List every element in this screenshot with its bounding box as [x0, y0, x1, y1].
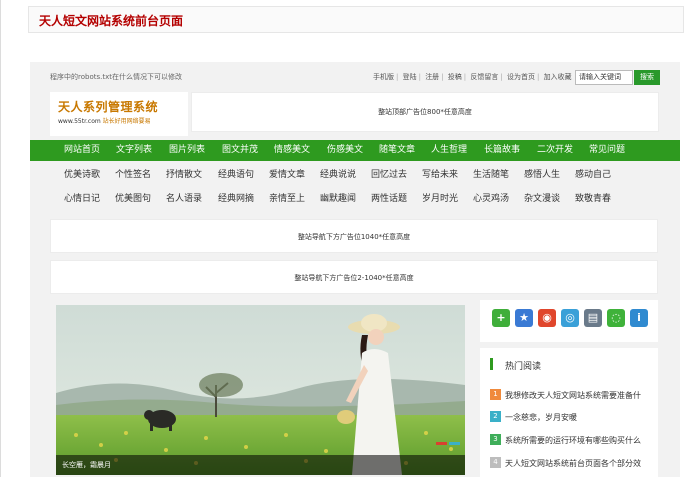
- hot-title-accent: [490, 358, 493, 370]
- slider-dots: [434, 438, 460, 448]
- hot-item[interactable]: 4 天人短文网站系统前台页面各个部分效: [490, 457, 655, 470]
- weibo-icon[interactable]: ◉: [538, 309, 556, 327]
- hot-item-text: 天人短文网站系统前台页面各个部分效: [505, 459, 641, 468]
- subnav-item[interactable]: 感动自己: [575, 167, 611, 180]
- wechat-icon[interactable]: ◌: [607, 309, 625, 327]
- nav-item-home[interactable]: 网站首页: [64, 140, 100, 161]
- subnav-item[interactable]: 感悟人生: [524, 167, 560, 180]
- search-input[interactable]: 请输入关键词: [575, 70, 633, 85]
- nav-below-ad-2-text: 整站导航下方广告位2-1040*任意高度: [294, 274, 414, 282]
- subnav-item[interactable]: 心灵鸡汤: [473, 191, 509, 204]
- nav-item-long-story[interactable]: 长篇故事: [484, 140, 520, 161]
- nav-item-sad[interactable]: 伤感美文: [327, 140, 363, 161]
- top-link-mobile[interactable]: 手机版: [373, 73, 394, 81]
- qzone-icon[interactable]: ★: [515, 309, 533, 327]
- subnav-item[interactable]: 写给未来: [422, 167, 458, 180]
- page-title-bar: 天人短文网站系统前台页面: [28, 6, 684, 33]
- hot-item-rank: 3: [490, 434, 501, 445]
- nav-item-essay[interactable]: 随笔文章: [379, 140, 415, 161]
- info-icon[interactable]: i: [630, 309, 648, 327]
- subnav-item[interactable]: 心情日记: [64, 191, 100, 204]
- top-link-register[interactable]: 注册: [425, 73, 439, 81]
- hot-item[interactable]: 3 系统所需要的运行环境有哪些购买什么: [490, 434, 655, 447]
- tencent-weibo-icon[interactable]: ◎: [561, 309, 579, 327]
- nav-below-ad-1-text: 整站导航下方广告位1040*任意高度: [297, 233, 411, 241]
- top-link-feedback[interactable]: 反馈留言: [470, 73, 498, 81]
- subnav-item[interactable]: 个性签名: [115, 167, 151, 180]
- subnav-item[interactable]: 名人语录: [166, 191, 202, 204]
- subnav-item[interactable]: 幽默趣闻: [320, 191, 356, 204]
- nav-below-ad-2[interactable]: 整站导航下方广告位2-1040*任意高度: [50, 260, 658, 294]
- nav-item-development[interactable]: 二次开发: [537, 140, 573, 161]
- top-link-submit[interactable]: 投稿: [448, 73, 462, 81]
- subnav-item[interactable]: 爱情文章: [269, 167, 305, 180]
- hot-reading-panel: 热门阅读 1 我想修改天人短文网站系统需要准备什 2 一念慈悲，岁月安暖 3 系…: [480, 348, 658, 477]
- nav-item-emotion[interactable]: 情感美文: [274, 140, 310, 161]
- hot-item-text: 一念慈悲，岁月安暖: [505, 413, 577, 422]
- share-bar: + ★ ◉ ◎ ▤ ◌ i: [480, 300, 658, 342]
- subnav-item[interactable]: 经典说说: [320, 167, 356, 180]
- robots-notice-link[interactable]: 程序中的robots.txt在什么情况下可以修改: [50, 72, 182, 82]
- logo-name: 天人系列管理系统: [58, 100, 159, 114]
- logo-subline: www.55tr.com 站长好用网络要易: [58, 116, 151, 125]
- subnav-item[interactable]: 岁月时光: [422, 191, 458, 204]
- top-utility-bar: 程序中的robots.txt在什么情况下可以修改 手机版 | 登陆 | 注册 | 投稿…: [30, 62, 680, 90]
- subnav-item[interactable]: 优美图句: [115, 191, 151, 204]
- hot-item-rank: 1: [490, 389, 501, 400]
- subnav-item[interactable]: 经典语句: [218, 167, 254, 180]
- hot-item[interactable]: 1 我想修改天人短文网站系统需要准备什: [490, 389, 655, 402]
- hot-item-text: 系统所需要的运行环境有哪些购买什么: [505, 436, 641, 445]
- hot-item-text: 我想修改天人短文网站系统需要准备什: [505, 391, 641, 400]
- logo-slogan: 站长好用网络要易: [102, 118, 151, 125]
- print-icon[interactable]: ▤: [584, 309, 602, 327]
- search-button[interactable]: 搜索: [634, 70, 660, 85]
- slider-dot-active[interactable]: [436, 442, 447, 445]
- hot-item[interactable]: 2 一念慈悲，岁月安暖: [490, 411, 655, 424]
- top-link-favorite[interactable]: 加入收藏: [544, 73, 572, 81]
- top-link-set-home[interactable]: 设为首页: [507, 73, 535, 81]
- logo-url: www.55tr.com: [58, 118, 101, 125]
- nav-item-philosophy[interactable]: 人生哲理: [431, 140, 467, 161]
- slider-photo: [56, 305, 465, 475]
- top-ad-text: 整站顶部广告位800*任意高度: [378, 108, 472, 116]
- image-slider[interactable]: 长空雁，霜晨月: [56, 305, 465, 475]
- slider-caption-text: 长空雁，霜晨月: [62, 461, 111, 469]
- sub-nav: 优美诗歌 个性签名 抒情散文 经典语句 爱情文章 经典说说 回忆过去 写给未来 …: [30, 161, 680, 209]
- slider-caption: 长空雁，霜晨月: [56, 455, 465, 475]
- subnav-item[interactable]: 回忆过去: [371, 167, 407, 180]
- top-ad-banner[interactable]: 整站顶部广告位800*任意高度: [191, 92, 659, 132]
- top-links: 手机版 | 登陆 | 注册 | 投稿 | 反馈留言 | 设为首页 | 加入收藏: [373, 73, 572, 81]
- site-logo[interactable]: 天人系列管理系统 www.55tr.com 站长好用网络要易: [50, 92, 188, 136]
- site-preview: 程序中的robots.txt在什么情况下可以修改 手机版 | 登陆 | 注册 | 投稿…: [30, 62, 680, 477]
- page-title: 天人短文网站系统前台页面: [39, 14, 184, 28]
- subnav-item[interactable]: 杂文漫谈: [524, 191, 560, 204]
- nav-item-faq[interactable]: 常见问题: [589, 140, 625, 161]
- subnav-item[interactable]: 优美诗歌: [64, 167, 100, 180]
- top-link-login[interactable]: 登陆: [403, 73, 417, 81]
- subnav-item[interactable]: 抒情散文: [166, 167, 202, 180]
- nav-below-ad-1[interactable]: 整站导航下方广告位1040*任意高度: [50, 219, 658, 253]
- nav-item-image-list[interactable]: 图片列表: [169, 140, 205, 161]
- subnav-item[interactable]: 经典网摘: [218, 191, 254, 204]
- subnav-item[interactable]: 生活随笔: [473, 167, 509, 180]
- subnav-item[interactable]: 两性话题: [371, 191, 407, 204]
- hot-title: 热门阅读: [505, 362, 542, 372]
- slider-dot[interactable]: [449, 442, 460, 445]
- hot-item-rank: 2: [490, 411, 501, 422]
- site-header: 天人系列管理系统 www.55tr.com 站长好用网络要易 整站顶部广告位80…: [50, 92, 680, 140]
- nav-item-illustrated[interactable]: 图文并茂: [222, 140, 258, 161]
- subnav-item[interactable]: 亲情至上: [269, 191, 305, 204]
- plus-icon[interactable]: +: [492, 309, 510, 327]
- hot-item-rank: 4: [490, 457, 501, 468]
- subnav-item[interactable]: 致敬青春: [575, 191, 611, 204]
- nav-item-text-list[interactable]: 文字列表: [116, 140, 152, 161]
- main-nav: 网站首页 文字列表 图片列表 图文并茂 情感美文 伤感美文 随笔文章 人生哲理 …: [30, 140, 680, 161]
